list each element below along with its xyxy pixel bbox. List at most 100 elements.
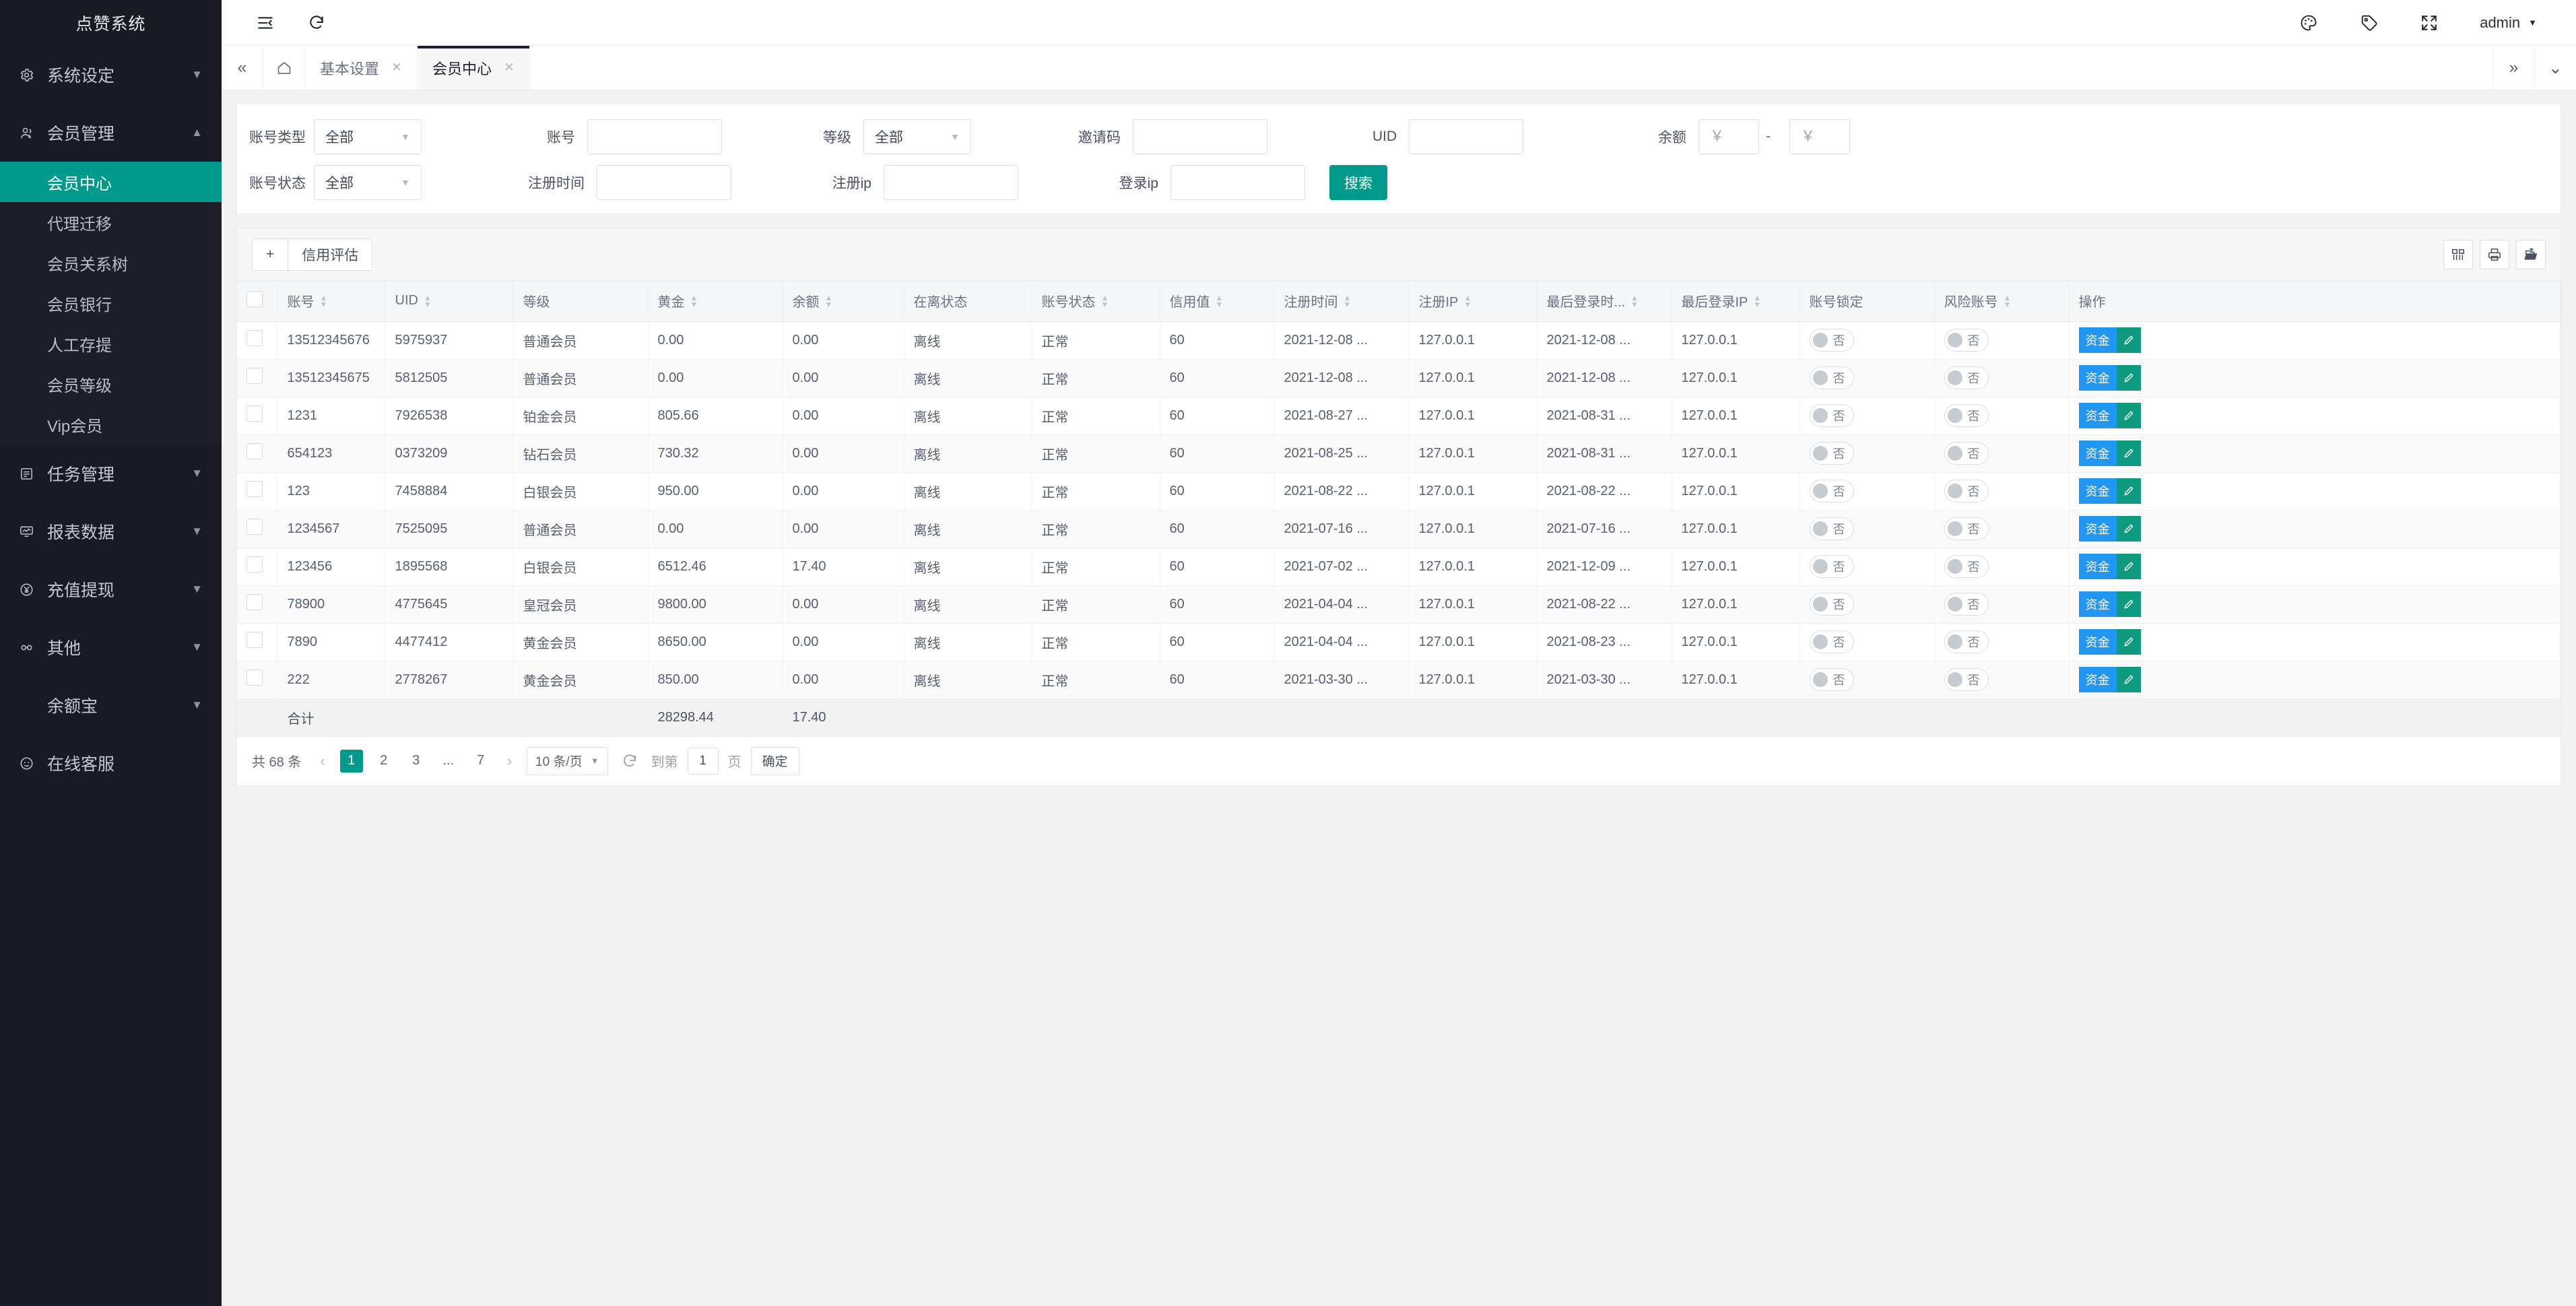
filter-input-login-ip[interactable] bbox=[1170, 165, 1305, 200]
palette-icon[interactable] bbox=[2299, 13, 2318, 32]
row-checkbox[interactable] bbox=[246, 405, 263, 422]
fund-button[interactable]: 资金 bbox=[2078, 365, 2117, 391]
col-header-risk[interactable]: 风险账号 ▲ ▼ bbox=[1934, 281, 2070, 322]
fund-button[interactable]: 资金 bbox=[2078, 478, 2117, 504]
sidebar-item-会员等级[interactable]: 会员等级 bbox=[0, 364, 222, 404]
col-header-status[interactable]: 账号状态 ▲ ▼ bbox=[1032, 281, 1160, 322]
sidebar-item-会员中心[interactable]: 会员中心 bbox=[0, 162, 222, 202]
pencil-icon[interactable] bbox=[2116, 365, 2141, 391]
tab-会员中心[interactable]: 会员中心 ✕ bbox=[417, 46, 530, 90]
row-checkbox[interactable] bbox=[246, 670, 263, 686]
sidebar-group-充值提现[interactable]: 充值提现 ▼ bbox=[0, 560, 222, 618]
row-checkbox[interactable] bbox=[246, 368, 263, 384]
col-header-reg_ip[interactable]: 注册IP ▲ ▼ bbox=[1409, 281, 1538, 322]
risk-toggle[interactable]: 否 bbox=[1944, 668, 1989, 691]
filter-input-uid[interactable] bbox=[1409, 119, 1523, 154]
user-menu[interactable]: admin ▼ bbox=[2480, 14, 2537, 32]
col-header-reg_time[interactable]: 注册时间 ▲ ▼ bbox=[1274, 281, 1410, 322]
sort-icon[interactable]: ▲ ▼ bbox=[1630, 294, 1639, 308]
sort-icon[interactable]: ▲ ▼ bbox=[320, 294, 328, 308]
col-header-last_time[interactable]: 最后登录时... ▲ ▼ bbox=[1537, 281, 1672, 322]
sort-icon[interactable]: ▲ ▼ bbox=[424, 294, 432, 308]
row-checkbox[interactable] bbox=[246, 556, 263, 573]
filter-input-register-ip[interactable] bbox=[884, 165, 1018, 200]
sidebar-item-Vip会员[interactable]: Vip会员 bbox=[0, 404, 222, 445]
page-3[interactable]: 3 bbox=[405, 750, 428, 773]
filter-select-account-type[interactable]: 全部 ▼ bbox=[314, 119, 422, 154]
sort-icon[interactable]: ▲ ▼ bbox=[2004, 294, 2012, 308]
sort-icon[interactable]: ▲ ▼ bbox=[1216, 294, 1224, 308]
row-checkbox[interactable] bbox=[246, 519, 263, 535]
sidebar-group-在线客服[interactable]: 在线客服 bbox=[0, 734, 222, 792]
sort-icon[interactable]: ▲ ▼ bbox=[1344, 294, 1352, 308]
filter-select-account-status[interactable]: 全部 ▼ bbox=[314, 165, 422, 200]
columns-icon[interactable] bbox=[2443, 239, 2473, 269]
fund-button[interactable]: 资金 bbox=[2078, 554, 2117, 579]
pencil-icon[interactable] bbox=[2116, 516, 2141, 542]
sidebar-group-会员管理[interactable]: 会员管理 ▲ bbox=[0, 104, 222, 162]
filter-input-invite-code[interactable] bbox=[1133, 119, 1267, 154]
risk-toggle[interactable]: 否 bbox=[1944, 366, 1989, 389]
tab-基本设置[interactable]: 基本设置 ✕ bbox=[305, 46, 418, 90]
double-chevron-left-icon[interactable]: « bbox=[222, 46, 263, 90]
tab-dropdown-icon[interactable]: ⌄ bbox=[2534, 46, 2576, 90]
sidebar-group-任务管理[interactable]: 任务管理 ▼ bbox=[0, 445, 222, 502]
col-header-uid[interactable]: UID ▲ ▼ bbox=[385, 281, 514, 322]
risk-toggle[interactable]: 否 bbox=[1944, 517, 1989, 540]
lock-toggle[interactable]: 否 bbox=[1809, 480, 1854, 502]
sort-icon[interactable]: ▲ ▼ bbox=[1753, 294, 1761, 308]
row-checkbox[interactable] bbox=[246, 330, 263, 346]
home-icon[interactable] bbox=[263, 46, 305, 90]
menu-fold-icon[interactable] bbox=[257, 14, 274, 32]
pencil-icon[interactable] bbox=[2116, 591, 2141, 617]
print-icon[interactable] bbox=[2480, 239, 2509, 269]
col-header-gold[interactable]: 黄金 ▲ ▼ bbox=[648, 281, 783, 322]
risk-toggle[interactable]: 否 bbox=[1944, 329, 1989, 352]
filter-select-level[interactable]: 全部 ▼ bbox=[863, 119, 971, 154]
col-header-last_ip[interactable]: 最后登录IP ▲ ▼ bbox=[1672, 281, 1800, 322]
fund-button[interactable]: 资金 bbox=[2078, 327, 2117, 353]
pencil-icon[interactable] bbox=[2116, 629, 2141, 655]
risk-toggle[interactable]: 否 bbox=[1944, 630, 1989, 653]
row-checkbox[interactable] bbox=[246, 443, 263, 459]
sidebar-group-余额宝[interactable]: 余额宝 ▼ bbox=[0, 676, 222, 734]
sort-icon[interactable]: ▲ ▼ bbox=[690, 294, 698, 308]
pencil-icon[interactable] bbox=[2116, 327, 2141, 353]
sidebar-item-人工存提[interactable]: 人工存提 bbox=[0, 323, 222, 364]
add-button[interactable]: + bbox=[252, 238, 289, 271]
lock-toggle[interactable]: 否 bbox=[1809, 517, 1854, 540]
sidebar-group-系统设定[interactable]: 系统设定 ▼ bbox=[0, 46, 222, 104]
lock-toggle[interactable]: 否 bbox=[1809, 555, 1854, 578]
sort-icon[interactable]: ▲ ▼ bbox=[1101, 294, 1109, 308]
lock-toggle[interactable]: 否 bbox=[1809, 630, 1854, 653]
fund-button[interactable]: 资金 bbox=[2078, 516, 2117, 542]
page-...[interactable]: ... bbox=[437, 750, 460, 773]
row-checkbox[interactable] bbox=[246, 632, 263, 648]
filter-input-register-time[interactable] bbox=[597, 165, 731, 200]
fund-button[interactable]: 资金 bbox=[2078, 440, 2117, 466]
select-all-checkbox[interactable] bbox=[246, 290, 263, 307]
sidebar-group-其他[interactable]: 其他 ▼ bbox=[0, 618, 222, 676]
sidebar-group-报表数据[interactable]: 报表数据 ▼ bbox=[0, 502, 222, 560]
pencil-icon[interactable] bbox=[2116, 667, 2141, 692]
fullscreen-icon[interactable] bbox=[2420, 14, 2438, 32]
lock-toggle[interactable]: 否 bbox=[1809, 442, 1854, 465]
page-1[interactable]: 1 bbox=[339, 749, 363, 773]
col-header-balance[interactable]: 余额 ▲ ▼ bbox=[783, 281, 904, 322]
refresh-icon[interactable] bbox=[618, 753, 642, 769]
sidebar-item-会员银行[interactable]: 会员银行 bbox=[0, 283, 222, 323]
jump-page-input[interactable] bbox=[687, 747, 719, 775]
risk-toggle[interactable]: 否 bbox=[1944, 442, 1989, 465]
sidebar-item-会员关系树[interactable]: 会员关系树 bbox=[0, 242, 222, 283]
close-icon[interactable]: ✕ bbox=[504, 60, 515, 75]
page-2[interactable]: 2 bbox=[372, 750, 395, 773]
col-header-credit[interactable]: 信用值 ▲ ▼ bbox=[1160, 281, 1275, 322]
pencil-icon[interactable] bbox=[2116, 440, 2141, 466]
refresh-icon[interactable] bbox=[308, 14, 325, 32]
fund-button[interactable]: 资金 bbox=[2078, 629, 2117, 655]
search-button[interactable]: 搜索 bbox=[1329, 165, 1387, 200]
lock-toggle[interactable]: 否 bbox=[1809, 404, 1854, 427]
tag-icon[interactable] bbox=[2360, 13, 2379, 32]
risk-toggle[interactable]: 否 bbox=[1944, 593, 1989, 616]
filter-input-balance-max[interactable] bbox=[1789, 119, 1850, 154]
